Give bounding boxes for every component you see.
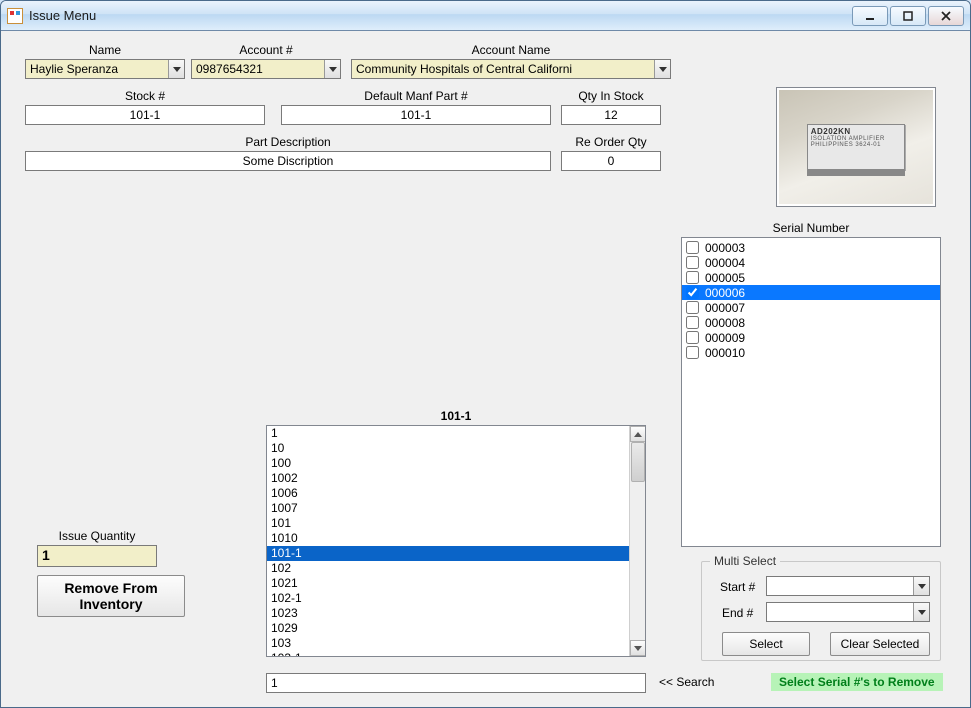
selected-stock-title: 101-1	[266, 409, 646, 423]
stock-item[interactable]: 102-1	[267, 591, 629, 606]
label-start-num: Start #	[720, 580, 755, 594]
label-part-desc: Part Description	[25, 135, 551, 149]
serial-row[interactable]: 000006	[682, 285, 940, 300]
serial-checkbox[interactable]	[686, 316, 699, 329]
maximize-button[interactable]	[890, 6, 926, 26]
serial-value: 000006	[705, 286, 745, 300]
serial-value: 000004	[705, 256, 745, 270]
field-reorder[interactable]: 0	[561, 151, 661, 171]
combo-name-value: Haylie Speranza	[30, 62, 118, 76]
label-account-name: Account Name	[351, 43, 671, 57]
serial-value: 000008	[705, 316, 745, 330]
label-default-manf: Default Manf Part #	[281, 89, 551, 103]
serial-row[interactable]: 000005	[682, 270, 940, 285]
stock-listbox[interactable]: 1101001002100610071011010101-11021021102…	[266, 425, 646, 657]
serial-checkbox[interactable]	[686, 271, 699, 284]
stock-item[interactable]: 103	[267, 636, 629, 651]
select-button[interactable]: Select	[722, 632, 810, 656]
serial-checkbox[interactable]	[686, 256, 699, 269]
combo-account-name[interactable]: Community Hospitals of Central Californi	[351, 59, 671, 79]
hint-select-serials: Select Serial #'s to Remove	[771, 673, 943, 691]
label-issue-qty: Issue Quantity	[37, 529, 157, 543]
field-stock-num[interactable]: 101-1	[25, 105, 265, 125]
combo-account-num-value: 0987654321	[196, 62, 263, 76]
stock-item[interactable]: 1029	[267, 621, 629, 636]
stock-item[interactable]: 1010	[267, 531, 629, 546]
stock-item[interactable]: 101	[267, 516, 629, 531]
serial-value: 000010	[705, 346, 745, 360]
field-qty-stock[interactable]: 12	[561, 105, 661, 125]
close-button[interactable]	[928, 6, 964, 26]
serial-row[interactable]: 000008	[682, 315, 940, 330]
chevron-down-icon[interactable]	[913, 577, 929, 595]
label-account-num: Account #	[191, 43, 341, 57]
serial-number-list[interactable]: 0000030000040000050000060000070000080000…	[681, 237, 941, 547]
label-serial-num: Serial Number	[681, 221, 941, 235]
serial-checkbox[interactable]	[686, 301, 699, 314]
stock-item[interactable]: 102	[267, 561, 629, 576]
minimize-button[interactable]	[852, 6, 888, 26]
field-issue-qty[interactable]: 1	[37, 545, 157, 567]
field-default-manf[interactable]: 101-1	[281, 105, 551, 125]
combo-start-num[interactable]	[766, 576, 930, 596]
search-input[interactable]: 1	[266, 673, 646, 693]
multiselect-group: Multi Select Start # End # Select Clear …	[701, 561, 941, 661]
combo-name[interactable]: Haylie Speranza	[25, 59, 185, 79]
serial-row[interactable]: 000010	[682, 345, 940, 360]
scroll-up-icon[interactable]	[630, 426, 646, 442]
label-name: Name	[25, 43, 185, 57]
chevron-down-icon[interactable]	[913, 603, 929, 621]
serial-row[interactable]: 000004	[682, 255, 940, 270]
window-title: Issue Menu	[29, 8, 852, 23]
chip-graphic: AD202KN ISOLATION AMPLIFIER PHILIPPINES …	[807, 124, 906, 170]
serial-value: 000003	[705, 241, 745, 255]
scroll-down-icon[interactable]	[630, 640, 646, 656]
serial-checkbox[interactable]	[686, 286, 699, 299]
stock-item[interactable]: 1021	[267, 576, 629, 591]
serial-value: 000005	[705, 271, 745, 285]
serial-checkbox[interactable]	[686, 241, 699, 254]
label-end-num: End #	[722, 606, 753, 620]
stock-item[interactable]: 1002	[267, 471, 629, 486]
client-area: Name Account # Account Name Haylie Spera…	[1, 31, 970, 707]
titlebar[interactable]: Issue Menu	[1, 1, 970, 31]
serial-checkbox[interactable]	[686, 346, 699, 359]
search-link[interactable]: << Search	[659, 675, 714, 689]
serial-value: 000007	[705, 301, 745, 315]
combo-end-num[interactable]	[766, 602, 930, 622]
window: Issue Menu Name Account # Account Name H…	[0, 0, 971, 708]
remove-button[interactable]: Remove From Inventory	[37, 575, 185, 617]
combo-account-name-value: Community Hospitals of Central Californi	[356, 62, 572, 76]
serial-checkbox[interactable]	[686, 331, 699, 344]
serial-row[interactable]: 000007	[682, 300, 940, 315]
stock-item[interactable]: 1	[267, 426, 629, 441]
field-part-desc[interactable]: Some Discription	[25, 151, 551, 171]
stock-item[interactable]: 1006	[267, 486, 629, 501]
stock-item[interactable]: 1023	[267, 606, 629, 621]
chevron-down-icon[interactable]	[324, 60, 340, 78]
clear-selected-button[interactable]: Clear Selected	[830, 632, 930, 656]
multiselect-legend: Multi Select	[710, 554, 780, 568]
label-reorder: Re Order Qty	[561, 135, 661, 149]
scroll-thumb[interactable]	[631, 442, 645, 482]
scrollbar[interactable]	[629, 426, 645, 656]
stock-item[interactable]: 10	[267, 441, 629, 456]
stock-item[interactable]: 1007	[267, 501, 629, 516]
chevron-down-icon[interactable]	[168, 60, 184, 78]
stock-item[interactable]: 103-1	[267, 651, 629, 656]
stock-item[interactable]: 100	[267, 456, 629, 471]
label-qty-stock: Qty In Stock	[561, 89, 661, 103]
serial-row[interactable]: 000003	[682, 240, 940, 255]
stock-item[interactable]: 101-1	[267, 546, 629, 561]
serial-row[interactable]: 000009	[682, 330, 940, 345]
combo-account-num[interactable]: 0987654321	[191, 59, 341, 79]
label-stock-num: Stock #	[25, 89, 265, 103]
chevron-down-icon[interactable]	[654, 60, 670, 78]
part-image: AD202KN ISOLATION AMPLIFIER PHILIPPINES …	[776, 87, 936, 207]
serial-value: 000009	[705, 331, 745, 345]
app-icon	[7, 8, 23, 24]
